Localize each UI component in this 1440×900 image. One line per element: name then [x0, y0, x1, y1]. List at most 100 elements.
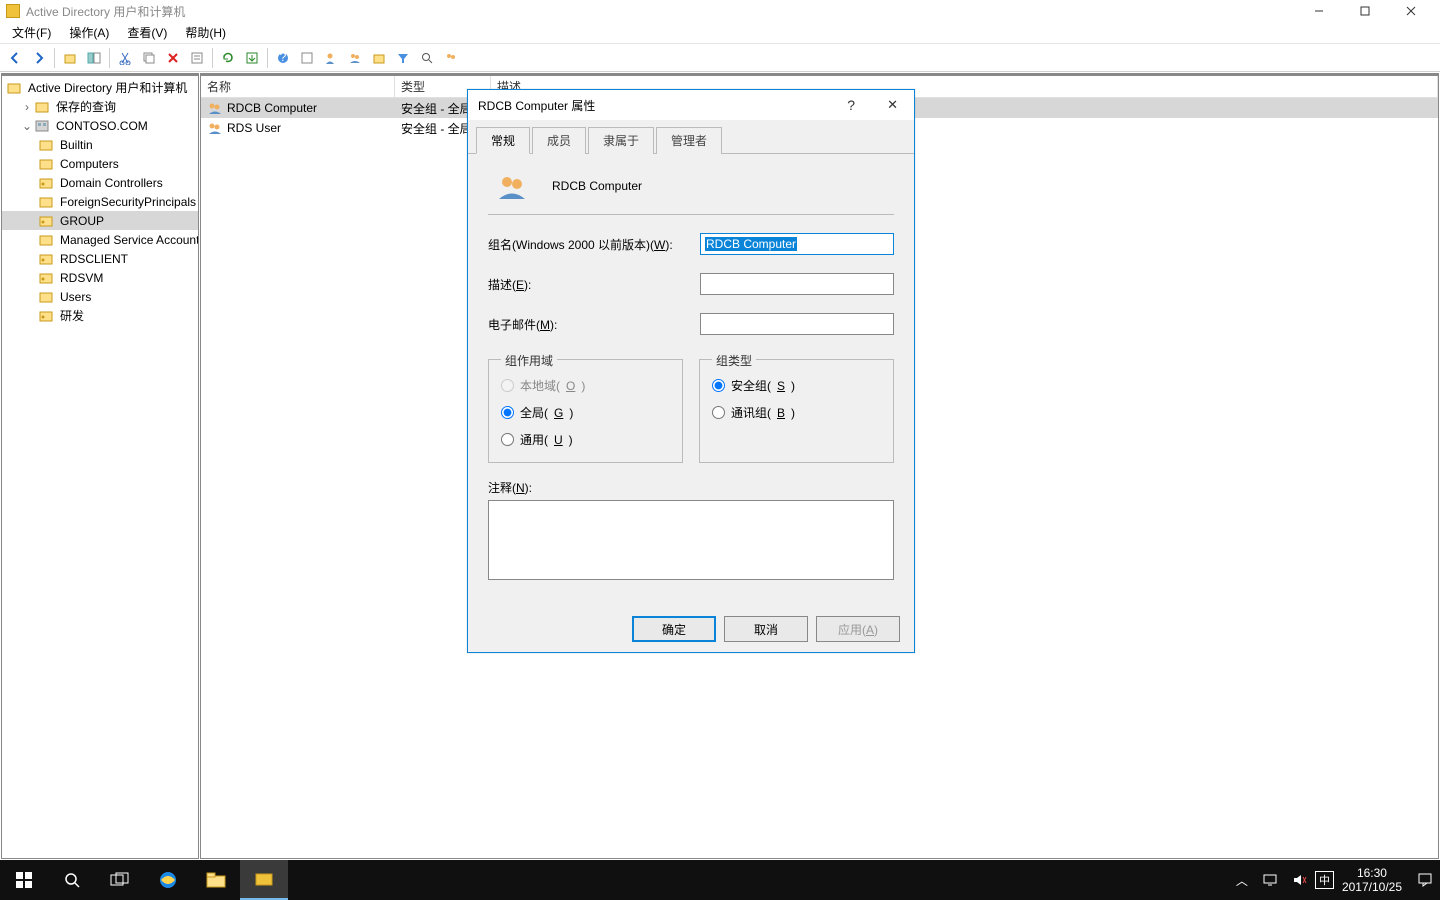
tab-memberof[interactable]: 隶属于 [588, 127, 654, 154]
dialog-titlebar[interactable]: RDCB Computer 属性 ? ✕ [468, 90, 914, 120]
up-button[interactable] [59, 47, 81, 69]
group-header-name: RDCB Computer [552, 179, 642, 193]
window-maximize-button[interactable] [1342, 0, 1388, 22]
menu-help[interactable]: 帮助(H) [179, 22, 232, 43]
svg-text:?: ? [280, 51, 287, 64]
task-view-button[interactable] [96, 860, 144, 900]
show-hide-console-tree-button[interactable] [83, 47, 105, 69]
folder-icon [38, 195, 54, 209]
tray-ime[interactable]: 中 [1315, 871, 1334, 889]
delete-button[interactable] [162, 47, 184, 69]
system-tray: ︿ 中 16:30 2017/10/25 [1229, 860, 1440, 900]
tab-managedby[interactable]: 管理者 [656, 127, 722, 154]
new-group-button[interactable] [344, 47, 366, 69]
menu-action[interactable]: 操作(A) [63, 22, 115, 43]
tree-node-rdsclient[interactable]: RDSCLIENT [2, 249, 199, 268]
find-button[interactable] [296, 47, 318, 69]
tree-saved-queries[interactable]: › 保存的查询 [2, 97, 199, 116]
ou-icon [38, 176, 54, 190]
cut-button[interactable] [114, 47, 136, 69]
group-type-legend: 组类型 [712, 352, 756, 369]
tray-chevron-icon[interactable]: ︿ [1229, 872, 1255, 889]
description-input[interactable] [700, 273, 894, 295]
scope-global-radio[interactable] [501, 406, 514, 419]
new-user-button[interactable] [320, 47, 342, 69]
type-distribution-radio[interactable] [712, 406, 725, 419]
tree-node-users[interactable]: Users [2, 287, 199, 306]
group-large-icon [496, 172, 528, 200]
dialog-title: RDCB Computer 属性 [478, 97, 595, 114]
new-ou-button[interactable] [368, 47, 390, 69]
row-name: RDS User [227, 121, 281, 135]
aduc-icon [6, 81, 22, 95]
tree-node-domain-controllers[interactable]: Domain Controllers [2, 173, 199, 192]
start-button[interactable] [0, 860, 48, 900]
email-label: 电子邮件(M): [488, 316, 700, 333]
taskbar-ie[interactable] [144, 860, 192, 900]
menubar: 文件(F) 操作(A) 查看(V) 帮助(H) [0, 22, 1440, 44]
window-close-button[interactable] [1388, 0, 1434, 22]
ok-button[interactable]: 确定 [632, 616, 716, 642]
tree-domain[interactable]: ⌄ CONTOSO.COM [2, 116, 199, 135]
taskbar-aduc[interactable] [240, 860, 288, 900]
refresh-button[interactable] [217, 47, 239, 69]
tab-members[interactable]: 成员 [532, 127, 586, 154]
group-name-input[interactable]: RDCB Computer [700, 233, 894, 255]
back-button[interactable] [4, 47, 26, 69]
menu-view[interactable]: 查看(V) [121, 22, 173, 43]
export-list-button[interactable] [241, 47, 263, 69]
menu-file[interactable]: 文件(F) [6, 22, 57, 43]
tray-volume-icon[interactable] [1285, 873, 1315, 887]
type-distribution-option[interactable]: 通讯组(B) [712, 404, 881, 421]
add-to-group-button[interactable] [440, 47, 462, 69]
folder-icon [34, 100, 50, 114]
tree-pane[interactable]: Active Directory 用户和计算机 › 保存的查询 ⌄ CONTOS… [1, 73, 199, 859]
tray-action-center-icon[interactable] [1410, 872, 1440, 888]
scope-global-option[interactable]: 全局(G) [501, 404, 670, 421]
tree-node-computers[interactable]: Computers [2, 154, 199, 173]
apply-button: 应用(A) [816, 616, 900, 642]
filter-button[interactable] [392, 47, 414, 69]
folder-icon [38, 233, 54, 247]
tree-node-yanfa[interactable]: 研发 [2, 306, 199, 325]
folder-icon [38, 157, 54, 171]
description-label: 描述(E): [488, 276, 700, 293]
window-minimize-button[interactable] [1296, 0, 1342, 22]
taskbar: ︿ 中 16:30 2017/10/25 [0, 860, 1440, 900]
properties-button[interactable] [186, 47, 208, 69]
collapse-icon[interactable]: ⌄ [20, 119, 34, 133]
tab-general[interactable]: 常规 [476, 127, 530, 154]
tree-node-rdsvm[interactable]: RDSVM [2, 268, 199, 287]
col-name[interactable]: 名称 [201, 76, 395, 97]
tree-root[interactable]: Active Directory 用户和计算机 [2, 78, 199, 97]
scope-local-radio [501, 379, 514, 392]
forward-button[interactable] [28, 47, 50, 69]
expand-icon[interactable]: › [20, 100, 34, 114]
scope-universal-option[interactable]: 通用(U) [501, 431, 670, 448]
tray-network-icon[interactable] [1255, 873, 1285, 887]
dialog-close-button[interactable]: ✕ [881, 95, 904, 115]
notes-label: 注释(N): [488, 479, 894, 496]
search-button[interactable] [416, 47, 438, 69]
notes-textarea[interactable] [488, 500, 894, 580]
copy-button[interactable] [138, 47, 160, 69]
type-security-radio[interactable] [712, 379, 725, 392]
scope-universal-radio[interactable] [501, 433, 514, 446]
dialog-help-button[interactable]: ? [841, 95, 861, 115]
ou-icon [38, 214, 54, 228]
group-type-fieldset: 组类型 安全组(S) 通讯组(B) [699, 359, 894, 463]
search-taskbar-button[interactable] [48, 860, 96, 900]
tree-node-msa[interactable]: Managed Service Accounts [2, 230, 199, 249]
tree-node-group[interactable]: GROUP [2, 211, 199, 230]
ou-icon [38, 309, 54, 323]
tray-clock[interactable]: 16:30 2017/10/25 [1334, 866, 1410, 894]
email-input[interactable] [700, 313, 894, 335]
group-scope-fieldset: 组作用域 本地域(O) 全局(G) 通用(U) [488, 359, 683, 463]
tree-node-fsp[interactable]: ForeignSecurityPrincipals [2, 192, 199, 211]
tree-node-builtin[interactable]: Builtin [2, 135, 199, 154]
type-security-option[interactable]: 安全组(S) [712, 377, 881, 394]
taskbar-explorer[interactable] [192, 860, 240, 900]
group-icon [207, 121, 223, 135]
cancel-button[interactable]: 取消 [724, 616, 808, 642]
help-button[interactable]: ? [272, 47, 294, 69]
